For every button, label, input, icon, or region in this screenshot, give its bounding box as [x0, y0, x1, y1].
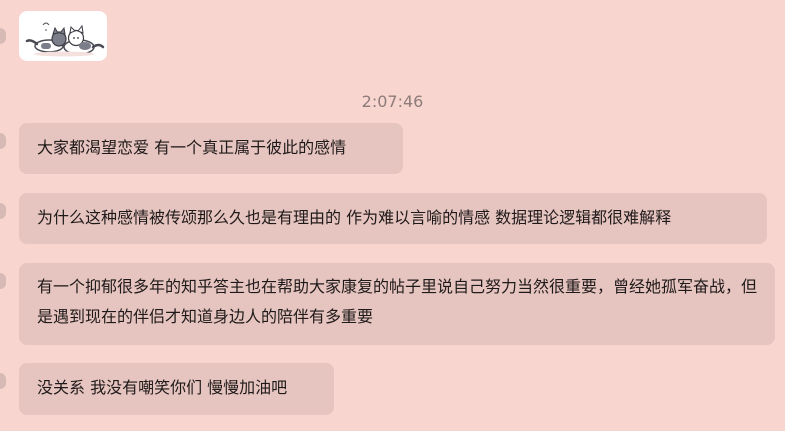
message-timestamp: 2:07:46	[361, 92, 424, 111]
message-text: 有一个抑郁很多年的知乎答主也在帮助大家康复的帖子里说自己努力当然很重要，曾经她孤…	[37, 277, 758, 326]
sticker-message[interactable]	[19, 11, 107, 61]
avatar[interactable]	[0, 28, 6, 44]
cat-sticker-icon	[25, 22, 105, 57]
message-bubble[interactable]: 有一个抑郁很多年的知乎答主也在帮助大家康复的帖子里说自己努力当然很重要，曾经她孤…	[19, 263, 775, 345]
chat-panel: 2:07:46 大家都渴望恋爱 有一个真正属于彼此的感情 为什么这种感情被传颂那…	[0, 0, 785, 431]
message-text: 没关系 我没有嘲笑你们 慢慢加油吧	[37, 378, 288, 397]
avatar[interactable]	[0, 373, 6, 389]
avatar[interactable]	[0, 203, 6, 219]
message-bubble[interactable]: 为什么这种感情被传颂那么久也是有理由的 作为难以言喻的情感 数据理论逻辑都很难解…	[19, 193, 767, 244]
message-text: 为什么这种感情被传颂那么久也是有理由的 作为难以言喻的情感 数据理论逻辑都很难解…	[37, 208, 672, 227]
message-bubble[interactable]: 大家都渴望恋爱 有一个真正属于彼此的感情	[19, 123, 403, 174]
avatar[interactable]	[0, 133, 6, 149]
message-bubble[interactable]: 没关系 我没有嘲笑你们 慢慢加油吧	[19, 363, 334, 415]
message-text: 大家都渴望恋爱 有一个真正属于彼此的感情	[37, 138, 347, 157]
avatar[interactable]	[0, 273, 6, 289]
